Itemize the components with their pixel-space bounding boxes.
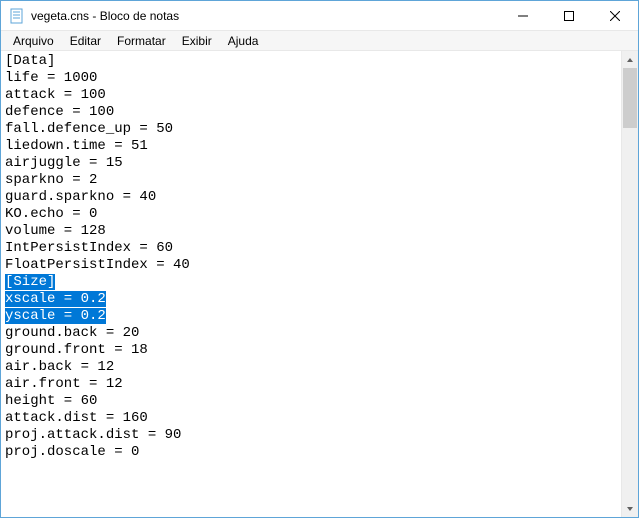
text-line: [Size]	[5, 274, 617, 291]
text-line: airjuggle = 15	[5, 155, 617, 172]
text-line: air.front = 12	[5, 376, 617, 393]
text-line: FloatPersistIndex = 40	[5, 257, 617, 274]
text-line: air.back = 12	[5, 359, 617, 376]
text-line: xscale = 0.2	[5, 291, 617, 308]
text-line: proj.doscale = 0	[5, 444, 617, 461]
menu-file[interactable]: Arquivo	[5, 32, 62, 50]
close-button[interactable]	[592, 1, 638, 30]
menubar: Arquivo Editar Formatar Exibir Ajuda	[1, 31, 638, 51]
text-line: attack.dist = 160	[5, 410, 617, 427]
editor-area: [Data]life = 1000attack = 100defence = 1…	[1, 51, 638, 517]
scroll-down-button[interactable]	[622, 500, 638, 517]
scroll-up-button[interactable]	[622, 51, 638, 68]
menu-view[interactable]: Exibir	[174, 32, 220, 50]
menu-edit[interactable]: Editar	[62, 32, 109, 50]
text-line: KO.echo = 0	[5, 206, 617, 223]
maximize-button[interactable]	[546, 1, 592, 30]
text-line: fall.defence_up = 50	[5, 121, 617, 138]
notepad-icon	[9, 8, 25, 24]
minimize-button[interactable]	[500, 1, 546, 30]
text-line: ground.front = 18	[5, 342, 617, 359]
text-line: height = 60	[5, 393, 617, 410]
titlebar[interactable]: vegeta.cns - Bloco de notas	[1, 1, 638, 31]
menu-format[interactable]: Formatar	[109, 32, 174, 50]
text-line: IntPersistIndex = 60	[5, 240, 617, 257]
notepad-window: vegeta.cns - Bloco de notas Arquivo Edit…	[0, 0, 639, 518]
text-line: guard.sparkno = 40	[5, 189, 617, 206]
text-line: liedown.time = 51	[5, 138, 617, 155]
text-line: yscale = 0.2	[5, 308, 617, 325]
text-line: [Data]	[5, 53, 617, 70]
text-content[interactable]: [Data]life = 1000attack = 100defence = 1…	[1, 51, 621, 517]
vertical-scrollbar[interactable]	[621, 51, 638, 517]
text-line: proj.attack.dist = 90	[5, 427, 617, 444]
text-line: sparkno = 2	[5, 172, 617, 189]
text-line: volume = 128	[5, 223, 617, 240]
scroll-track[interactable]	[622, 68, 638, 500]
text-line: ground.back = 20	[5, 325, 617, 342]
text-line: attack = 100	[5, 87, 617, 104]
scroll-thumb[interactable]	[623, 68, 637, 128]
window-title: vegeta.cns - Bloco de notas	[31, 9, 500, 23]
text-line: defence = 100	[5, 104, 617, 121]
text-line: life = 1000	[5, 70, 617, 87]
window-controls	[500, 1, 638, 30]
menu-help[interactable]: Ajuda	[220, 32, 267, 50]
